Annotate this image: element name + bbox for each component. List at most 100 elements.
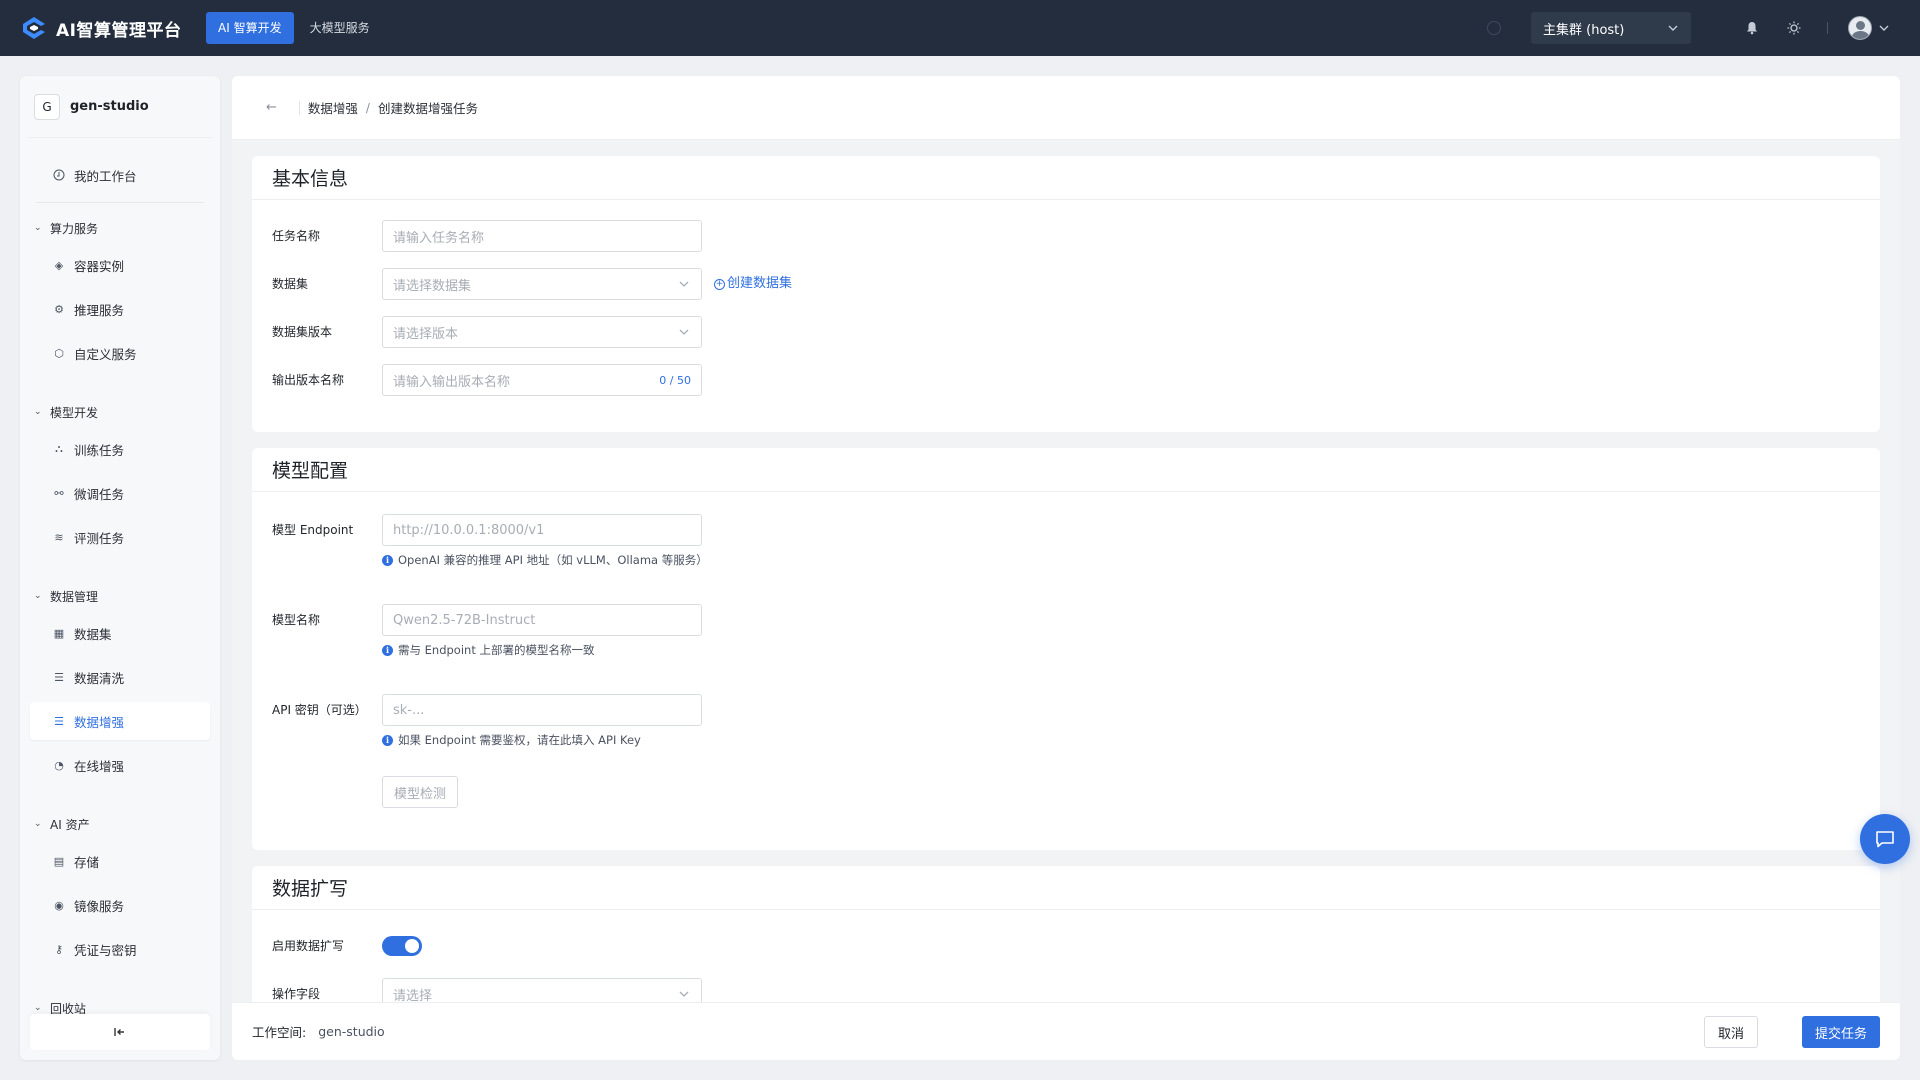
collapse-sidebar-button[interactable]	[30, 1014, 210, 1050]
breadcrumb-separator: /	[365, 100, 370, 115]
dataset-version-select[interactable]: 请选择版本	[382, 316, 702, 348]
cluster-select[interactable]: 主集群 (host)	[1531, 12, 1691, 44]
section-title: 模型配置	[252, 448, 1880, 492]
sidebar-group-label: AI 资产	[50, 817, 90, 832]
bell-icon[interactable]	[1737, 13, 1767, 43]
grid-icon: ▦	[53, 626, 65, 640]
nav-llm-service[interactable]: 大模型服务	[298, 12, 382, 44]
sidebar-item-data-clean[interactable]: ☰ 数据清洗	[30, 658, 210, 696]
cancel-button[interactable]: 取消	[1703, 1016, 1758, 1048]
dataset-select[interactable]: 请选择数据集	[382, 268, 702, 300]
user-menu[interactable]	[1848, 16, 1890, 40]
workspace-badge: G	[34, 93, 60, 120]
chevron-down-icon: ⌄	[34, 407, 42, 417]
field-label: 数据集	[272, 277, 309, 291]
hint-text: OpenAI 兼容的推理 API 地址（如 vLLM、Ollama 等服务）	[398, 553, 708, 567]
api-key-input[interactable]: sk-...	[382, 694, 702, 726]
field-label: API 密钥（可选）	[272, 703, 367, 717]
enable-expand-toggle[interactable]	[382, 936, 422, 956]
sidebar-item-inference[interactable]: ⚙ 推理服务	[30, 290, 210, 328]
sidebar-item-credentials[interactable]: ⚷ 凭证与密钥	[30, 930, 210, 968]
plus-circle-icon: +	[714, 278, 725, 290]
disc-icon: ◉	[54, 898, 64, 912]
model-name-input[interactable]: Qwen2.5-72B-Instruct	[382, 604, 702, 636]
endpoint-input[interactable]: http://10.0.0.1:8000/v1	[382, 514, 702, 546]
section-title: 数据扩写	[252, 866, 1880, 910]
sidebar-item-workbench[interactable]: 我的工作台	[30, 156, 210, 194]
placeholder: Qwen2.5-72B-Instruct	[393, 612, 536, 628]
chevron-down-icon: ⌄	[34, 591, 42, 601]
output-version-input[interactable]: 请输入输出版本名称 0 / 50	[382, 364, 702, 396]
sidebar-item-custom-service[interactable]: ⬡ 自定义服务	[30, 334, 210, 372]
chevron-down-icon: ⌄	[34, 819, 42, 829]
info-icon: i	[382, 734, 393, 746]
top-right: 主集群 (host)	[1487, 0, 1920, 56]
task-name-input[interactable]: 请输入任务名称	[382, 220, 702, 252]
submit-button[interactable]: 提交任务	[1801, 1016, 1880, 1048]
main-content: ← 数据增强 / 创建数据增强任务 基本信息 任务名称 请输入任务名称 数据集 …	[232, 76, 1900, 1060]
brand[interactable]: AI智算管理平台	[20, 14, 206, 42]
sidebar-item-finetune[interactable]: ⚯ 微调任务	[30, 474, 210, 512]
workspace-value: gen-studio	[318, 1024, 385, 1039]
hint-text: 需与 Endpoint 上部署的模型名称一致	[398, 643, 595, 657]
chat-button[interactable]	[1860, 814, 1910, 864]
sidebar-item-storage[interactable]: ▤ 存储	[30, 842, 210, 880]
chip-icon: ⚙	[54, 302, 64, 316]
field-label: 模型 Endpoint	[272, 523, 354, 537]
output-version-field: 输出版本名称 请输入输出版本名称 0 / 50	[272, 364, 702, 396]
info-icon: i	[382, 644, 393, 656]
sidebar-item-label: 数据集	[74, 626, 112, 642]
top-navbar: AI智算管理平台 AI 智算开发 大模型服务 主集群 (host)	[0, 0, 1920, 56]
sidebar-item-image-service[interactable]: ◉ 镜像服务	[30, 886, 210, 924]
sidebar-item-container[interactable]: ◈ 容器实例	[30, 246, 210, 284]
workspace-label: 工作空间:	[252, 1025, 307, 1040]
sidebar-item-data-augment[interactable]: ☰ 数据增强	[30, 702, 210, 740]
sidebar-item-label: 训练任务	[74, 442, 125, 458]
chevron-down-icon: ⌄	[34, 223, 42, 233]
model-check-button[interactable]: 模型检测	[382, 776, 459, 808]
cluster-name: 主集群 (host)	[1543, 22, 1625, 38]
hexagon-icon: ⬡	[54, 346, 64, 360]
chat-icon	[1876, 831, 1894, 848]
sidebar-item-online-augment[interactable]: ◔ 在线增强	[30, 746, 210, 784]
workspace-header[interactable]: G gen-studio	[28, 76, 212, 138]
dataset-field: 数据集 请选择数据集 + 创建数据集	[272, 268, 792, 300]
cube-icon: ◈	[54, 258, 64, 272]
search-icon[interactable]	[1487, 21, 1501, 35]
list-icon: ☰	[54, 670, 64, 684]
breadcrumb-parent[interactable]: 数据增强	[308, 98, 358, 117]
model-config-card: 模型配置 模型 Endpoint http://10.0.0.1:8000/v1…	[252, 448, 1880, 850]
endpoint-field: 模型 Endpoint http://10.0.0.1:8000/v1	[272, 514, 702, 546]
chevron-down-icon	[679, 329, 689, 335]
sidebar-group-model-dev[interactable]: ⌄ 模型开发	[34, 402, 98, 422]
model-name-field: 模型名称 Qwen2.5-72B-Instruct	[272, 604, 702, 636]
sidebar-group-data[interactable]: ⌄ 数据管理	[34, 586, 98, 606]
breadcrumb-current: 创建数据增强任务	[377, 101, 478, 116]
placeholder: 请输入输出版本名称	[393, 374, 511, 390]
nav-ai-dev[interactable]: AI 智算开发	[206, 12, 294, 44]
section-title: 基本信息	[252, 156, 1880, 200]
dashboard-icon	[52, 168, 66, 182]
sidebar-item-label: 镜像服务	[74, 898, 125, 914]
storage-icon: ▤	[53, 854, 65, 868]
avatar	[1848, 16, 1872, 40]
field-label: 任务名称	[272, 229, 321, 243]
sidebar-item-eval[interactable]: ≋ 评测任务	[30, 518, 210, 556]
back-arrow-icon[interactable]: ←	[266, 100, 277, 115]
create-dataset-link[interactable]: + 创建数据集	[714, 268, 792, 300]
api-key-field: API 密钥（可选） sk-...	[272, 694, 702, 726]
char-counter: 0 / 50	[659, 373, 691, 387]
field-label: 数据集版本	[272, 325, 333, 339]
enable-expand-field: 启用数据扩写	[272, 930, 422, 962]
sidebar-item-dataset[interactable]: ▦ 数据集	[30, 614, 210, 652]
top-nav: AI 智算开发 大模型服务	[206, 12, 386, 44]
sidebar-item-training[interactable]: ⛬ 训练任务	[30, 430, 210, 468]
workspace-name: gen-studio	[70, 99, 149, 114]
footer-bar: 工作空间: gen-studio 取消 提交任务	[232, 1002, 1900, 1060]
sidebar-group-ai-assets[interactable]: ⌄ AI 资产	[34, 814, 90, 834]
sidebar-group-compute[interactable]: ⌄ 算力服务	[34, 218, 98, 238]
sidebar-group-label: 数据管理	[50, 589, 99, 604]
theme-sun-icon[interactable]	[1779, 13, 1809, 43]
model-name-hint: i 需与 Endpoint 上部署的模型名称一致	[382, 642, 595, 658]
sidebar-item-label: 在线增强	[74, 758, 125, 774]
